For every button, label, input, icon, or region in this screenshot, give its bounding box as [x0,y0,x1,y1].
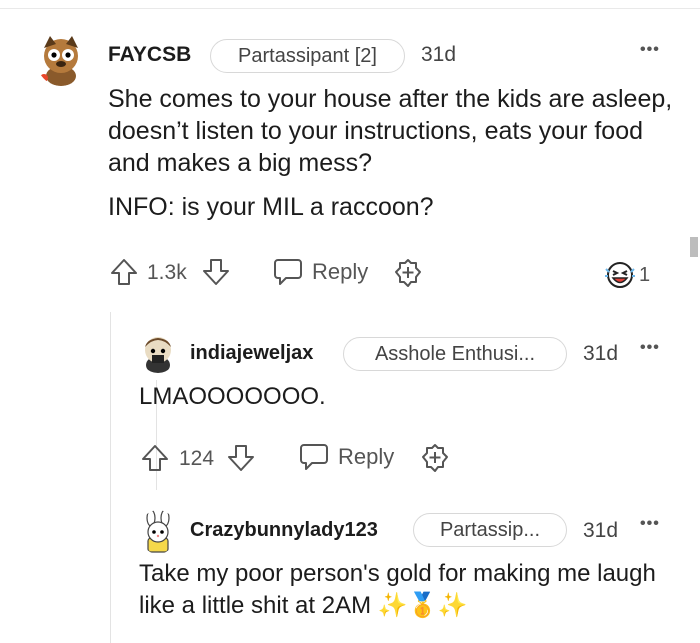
speech-bubble-icon [300,444,328,470]
thread-line[interactable] [110,312,111,643]
reply-button[interactable]: Reply [272,257,368,287]
snoo-avatar-icon [146,510,170,553]
comment-paragraph: She comes to your house after the kids a… [108,85,673,177]
scrollbar-thumb[interactable] [690,237,698,257]
score: 124 [179,447,215,470]
reply-label: Reply [338,444,395,469]
more-options-button[interactable]: ••• [640,41,660,59]
comment-paragraph: Take my poor person's gold for making me… [139,560,656,619]
downvote-arrow-icon [203,259,229,285]
avatar[interactable] [139,510,177,554]
more-options-button[interactable]: ••• [640,515,660,533]
comment-paragraph: INFO: is your MIL a raccoon? [108,193,434,221]
award-button[interactable] [419,442,451,474]
avatar[interactable] [139,333,177,373]
laughing-face-award-icon [605,262,635,288]
username[interactable]: Crazybunnylady123 [190,519,378,542]
received-award[interactable]: 1 [603,260,650,290]
downvote-arrow-icon [228,445,254,471]
comment-age: 31d [583,519,619,542]
score: 1.3k [147,261,187,284]
comment-body: She comes to your house after the kids a… [108,83,678,223]
upvote-arrow-icon [142,445,168,471]
comment-body: Take my poor person's gold for making me… [139,558,679,622]
downvote-button[interactable] [200,256,232,288]
top-divider [0,0,700,9]
reply-button[interactable]: Reply [298,442,394,472]
username[interactable]: indiajeweljax [190,342,313,365]
snoo-avatar-icon [40,36,78,86]
award-button[interactable] [392,257,424,289]
add-award-icon [422,444,448,472]
snoo-avatar-icon [145,337,171,373]
comment-age: 31d [421,43,457,66]
comment-age: 31d [583,342,619,365]
user-flair: Asshole Enthusi... [343,337,567,371]
reply-label: Reply [312,259,369,284]
user-flair: Partassip... [413,513,567,547]
comment-paragraph: LMAOOOOOOO. [139,383,326,410]
comment-body: LMAOOOOOOO. [139,381,679,413]
award-count: 1 [639,263,651,286]
more-options-button[interactable]: ••• [640,339,660,357]
upvote-arrow-icon [111,259,137,285]
upvote-button[interactable] [108,256,140,288]
speech-bubble-icon [274,259,302,285]
add-award-icon [395,259,421,287]
downvote-button[interactable] [225,442,257,474]
upvote-button[interactable] [139,442,171,474]
user-flair: Partassipant [2] [210,39,405,73]
username[interactable]: FAYCSB [108,43,191,67]
avatar[interactable] [36,32,86,86]
